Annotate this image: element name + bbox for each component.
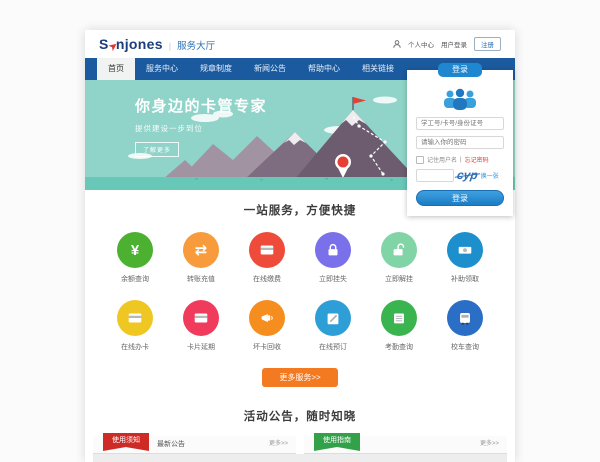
service-item-apply-card[interactable]: 在线办卡 [113, 300, 157, 352]
personal-center-link[interactable]: 个人中心 [408, 39, 434, 49]
announcements-title: 活动公告，随时知晓 [93, 408, 507, 424]
service-label: 在线办卡 [113, 342, 157, 352]
login-button[interactable]: 登录 [416, 190, 504, 206]
login-panel: 登录 记住用户名 | 忘记密码 cyp 换一张 [407, 70, 513, 216]
person-icon [393, 40, 401, 48]
service-item-card-recycle[interactable]: 坏卡回收 [245, 300, 289, 352]
logo-divider: | [169, 41, 171, 51]
captcha-refresh-link[interactable]: 换一张 [481, 171, 499, 180]
lock-icon[interactable] [315, 232, 351, 268]
service-item-report-loss[interactable]: 立即挂失 [311, 232, 355, 284]
announcements-section: 活动公告，随时知晓 使用须知 最新公告 更多>> 使用指南 更多>> [85, 396, 515, 462]
user-guide-ribbon-tab[interactable]: 使用指南 [314, 433, 360, 451]
unlock-icon[interactable] [381, 232, 417, 268]
hero-subtitle: 提供建设一步到位 [135, 123, 267, 134]
service-label: 转账充值 [179, 274, 223, 284]
service-item-balance[interactable]: ¥ 余额查询 [113, 232, 157, 284]
login-tab[interactable]: 登录 [438, 63, 482, 77]
yuan-icon[interactable]: ¥ [117, 232, 153, 268]
top-bar: S ➤ njones | 服务大厅 个人中心 用户登录 注册 [85, 30, 515, 58]
service-item-online-payment[interactable]: 在线缴费 [245, 232, 289, 284]
megaphone-icon[interactable] [249, 300, 285, 336]
username-input[interactable] [416, 117, 504, 130]
edit-icon[interactable] [315, 300, 351, 336]
nav-item-links[interactable]: 相关链接 [351, 58, 405, 80]
remember-checkbox[interactable] [416, 156, 424, 164]
announcement-panel-left: 使用须知 最新公告 更多>> [93, 436, 296, 454]
service-item-subsidy[interactable]: 补助领取 [443, 232, 487, 284]
more-link[interactable]: 更多>> [480, 436, 499, 453]
service-label: 考勤查询 [377, 342, 421, 352]
service-item-unfreeze[interactable]: 立即解挂 [377, 232, 421, 284]
hero-cta-button[interactable]: 了解更多 [135, 142, 179, 157]
hero-text: 你身边的卡管专家 提供建设一步到位 了解更多 [135, 95, 267, 157]
service-label: 余额查询 [113, 274, 157, 284]
card-icon[interactable] [249, 232, 285, 268]
forgot-password-link[interactable]: 忘记密码 [465, 155, 489, 164]
transfer-glyph: ⇄ [195, 243, 208, 258]
service-label: 在线预订 [311, 342, 355, 352]
yuan-glyph: ¥ [131, 243, 139, 258]
card-icon[interactable] [117, 300, 153, 336]
captcha-image[interactable]: cyp [456, 169, 479, 182]
transfer-icon[interactable]: ⇄ [183, 232, 219, 268]
service-item-school-bus[interactable]: 校车查询 [443, 300, 487, 352]
password-input[interactable] [416, 136, 504, 149]
service-item-attendance[interactable]: 考勤查询 [377, 300, 421, 352]
service-item-card-extension[interactable]: 卡片延期 [179, 300, 223, 352]
service-label: 补助领取 [443, 274, 487, 284]
site-name: 服务大厅 [177, 38, 215, 52]
more-link[interactable]: 更多>> [269, 436, 288, 453]
announcement-panels: 使用须知 最新公告 更多>> 使用指南 更多>> [93, 436, 507, 454]
service-label: 在线缴费 [245, 274, 289, 284]
service-item-transfer[interactable]: ⇄ 转账充值 [179, 232, 223, 284]
hero-title: 你身边的卡管专家 [135, 95, 267, 116]
banknote-icon[interactable] [447, 232, 483, 268]
register-button[interactable]: 注册 [474, 37, 501, 51]
service-item-online-booking[interactable]: 在线预订 [311, 300, 355, 352]
list-icon[interactable] [381, 300, 417, 336]
announcement-panel-right: 使用指南 更多>> [304, 436, 507, 454]
users-group-icon [440, 88, 480, 110]
services-row-2: 在线办卡 卡片延期 坏卡回收 [113, 300, 487, 352]
service-label: 卡片延期 [179, 342, 223, 352]
top-meta: 个人中心 用户登录 注册 [393, 37, 501, 51]
nav-item-help[interactable]: 帮助中心 [297, 58, 351, 80]
nav-item-news[interactable]: 新闻公告 [243, 58, 297, 80]
services-row-1: ¥ 余额查询 ⇄ 转账充值 在线缴费 [113, 232, 487, 284]
remember-label: 记住用户名 [427, 155, 457, 164]
logo-text: njones [116, 36, 163, 52]
service-label: 立即解挂 [377, 274, 421, 284]
service-label: 坏卡回收 [245, 342, 289, 352]
nav-item-rules[interactable]: 规章制度 [189, 58, 243, 80]
card-icon[interactable] [183, 300, 219, 336]
nav-item-home[interactable]: 首页 [97, 58, 135, 80]
user-login-link[interactable]: 用户登录 [441, 39, 467, 49]
captcha-row: cyp 换一张 [416, 169, 504, 182]
bus-icon[interactable] [447, 300, 483, 336]
remember-row: 记住用户名 | 忘记密码 [416, 155, 504, 164]
page-background: S ➤ njones | 服务大厅 个人中心 用户登录 注册 首页 服务中心 规… [0, 0, 600, 450]
services-section: 一站服务，方便快捷 ¥ 余额查询 ⇄ 转账充值 [85, 190, 515, 396]
service-label: 立即挂失 [311, 274, 355, 284]
captcha-input[interactable] [416, 169, 454, 182]
cutoff-strip [93, 454, 507, 462]
divider: | [460, 157, 462, 163]
flag-icon [353, 97, 366, 104]
latest-news-tab[interactable]: 最新公告 [157, 436, 185, 453]
service-label: 校车查询 [443, 342, 487, 352]
hero-banner: 你身边的卡管专家 提供建设一步到位 了解更多 登录 记住用户名 | 忘 [85, 80, 515, 190]
more-services-button[interactable]: 更多服务>> [262, 368, 338, 387]
site-container: S ➤ njones | 服务大厅 个人中心 用户登录 注册 首页 服务中心 规… [85, 30, 515, 462]
logo[interactable]: S ➤ njones | 服务大厅 [99, 36, 215, 52]
usage-notes-ribbon-tab[interactable]: 使用须知 [103, 433, 149, 451]
nav-item-service-center[interactable]: 服务中心 [135, 58, 189, 80]
